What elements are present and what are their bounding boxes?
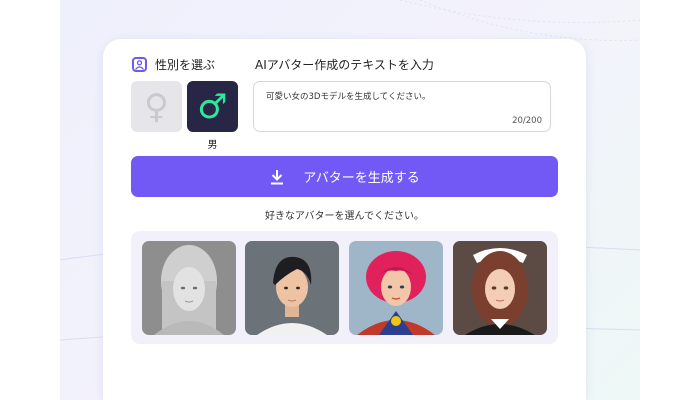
prompt-label: AIアバター作成のテキストを入力: [255, 58, 434, 72]
avatar-gallery: [131, 231, 558, 344]
gender-section-header: 性別を選ぶ: [132, 56, 215, 73]
male-symbol-icon: ♂: [197, 86, 228, 127]
avatar-maid-woman[interactable]: [453, 241, 547, 335]
female-option-button[interactable]: ♀: [131, 81, 182, 132]
avatar-grey-woman[interactable]: [142, 241, 236, 335]
generate-button-label: アバターを生成する: [303, 171, 420, 186]
avatar-generator-card: 性別を選ぶ ♀ ♂ 男 AIアバター作成のテキストを入力 可愛い女の3Dモデルを…: [103, 39, 586, 400]
prompt-input[interactable]: 可愛い女の3Dモデルを生成してください。 20/200: [253, 81, 551, 132]
avatar-young-man[interactable]: [245, 241, 339, 335]
avatar-superhero-woman[interactable]: [349, 241, 443, 335]
person-icon: [132, 57, 147, 72]
prompt-value: 可愛い女の3Dモデルを生成してください。: [266, 92, 431, 102]
selected-gender-label: 男: [207, 140, 218, 151]
selection-hint: 好きなアバターを選んでください。: [264, 211, 425, 222]
female-symbol-icon: ♀: [144, 86, 169, 127]
download-icon: [271, 169, 284, 184]
male-option-button[interactable]: ♂: [187, 81, 238, 132]
character-counter: 20/200: [512, 116, 542, 126]
generate-avatar-button[interactable]: アバターを生成する: [131, 156, 558, 197]
gender-title: 性別を選ぶ: [155, 58, 216, 72]
